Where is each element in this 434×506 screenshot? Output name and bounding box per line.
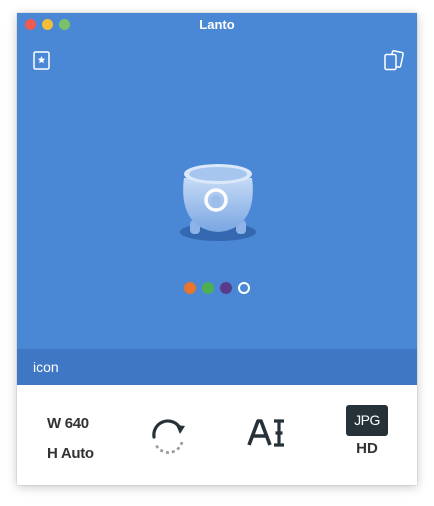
- bookmark-star-icon[interactable]: [33, 51, 50, 75]
- color-picker: [184, 282, 250, 294]
- color-swatch-white[interactable]: [238, 282, 250, 294]
- bottom-toolbar: W 640 H Auto JPG HD: [17, 385, 417, 485]
- format-badge: JPG: [346, 405, 388, 436]
- caption-bar: icon: [17, 349, 417, 385]
- width-value: W 640: [47, 415, 89, 432]
- cauldron-icon: [176, 158, 260, 249]
- text-format-icon[interactable]: [246, 417, 290, 454]
- color-swatch-green[interactable]: [202, 282, 214, 294]
- color-swatch-purple[interactable]: [220, 282, 232, 294]
- copies-icon[interactable]: [383, 50, 404, 76]
- title-bar: Lanto: [17, 13, 417, 36]
- quality-label: HD: [356, 440, 378, 457]
- preview-caption: icon: [33, 359, 59, 375]
- app-window: Lanto icon W 640 H Auto JPG HD: [17, 13, 417, 485]
- color-swatch-orange[interactable]: [184, 282, 196, 294]
- rotate-icon[interactable]: [147, 415, 189, 460]
- format-selector[interactable]: JPG HD: [346, 405, 388, 457]
- window-title: Lanto: [199, 17, 235, 32]
- preview-area: [17, 36, 417, 349]
- dimensions-control[interactable]: W 640 H Auto: [47, 409, 94, 469]
- height-value: H Auto: [47, 445, 94, 462]
